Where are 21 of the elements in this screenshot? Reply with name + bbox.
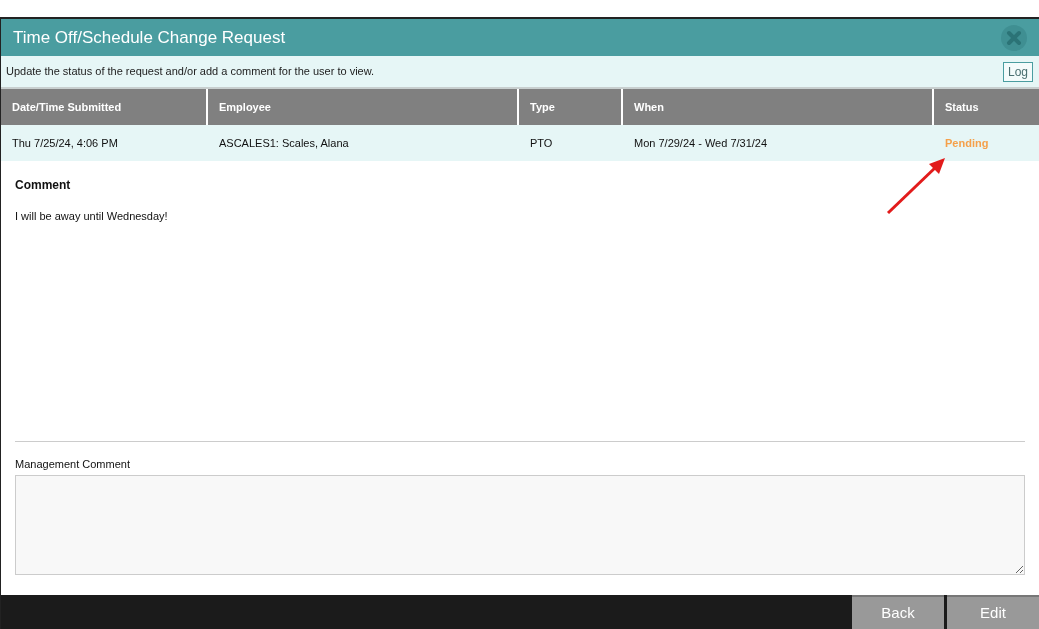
management-comment-label: Management Comment: [15, 456, 131, 472]
footer-button[interactable]: Edit: [947, 595, 1039, 629]
table-cell-text: PTO: [529, 135, 554, 151]
table-cell-text: ASCALES1: Scales, Alana: [218, 135, 350, 151]
instruction-text: Update the status of the request and/or add a comment for the user to view.: [6, 64, 375, 80]
window-title: Time Off/Schedule Change Request: [13, 26, 286, 49]
log-button[interactable]: Log: [1002, 61, 1033, 82]
column-header: Employee: [208, 89, 519, 125]
annotation-arrow: [885, 156, 947, 216]
comment-text: I will be away until Wednesday!: [15, 209, 169, 224]
status-cell-text: Pending: [944, 135, 990, 151]
table-cell-text: Mon 7/29/24 - Wed 7/31/24: [633, 135, 769, 151]
close-icon[interactable]: [1001, 24, 1027, 51]
column-header: Status: [934, 89, 1039, 125]
column-header: When: [623, 89, 934, 125]
column-header: Type: [519, 89, 623, 125]
management-comment-field[interactable]: [15, 475, 1025, 575]
footer-button[interactable]: Back: [852, 595, 944, 629]
comment-heading: Comment: [15, 177, 72, 194]
column-header: Date/Time Submitted: [1, 89, 208, 125]
table-cell-text: Thu 7/25/24, 4:06 PM: [11, 135, 119, 151]
